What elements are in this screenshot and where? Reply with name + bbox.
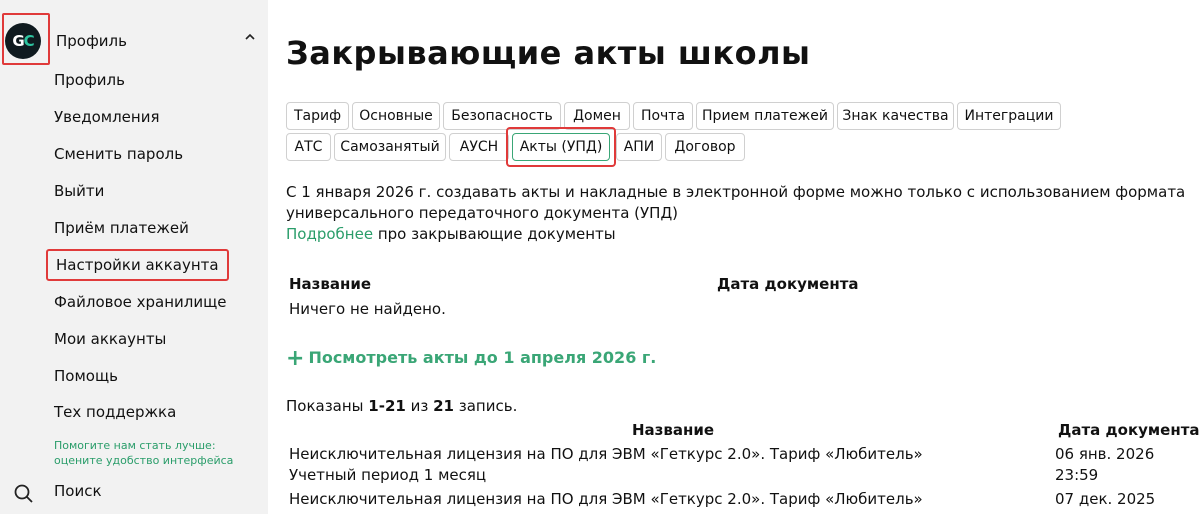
- sidebar-item-notifications[interactable]: Уведомления: [54, 108, 159, 126]
- table-row[interactable]: Неисключительная лицензия на ПО для ЭВМ …: [289, 444, 923, 486]
- feedback-line-1: Помогите нам стать лучше:: [54, 439, 216, 452]
- table1-header-name: Название: [289, 275, 372, 293]
- search-label: Поиск: [54, 482, 102, 500]
- tab-quality-mark[interactable]: Знак качества: [837, 102, 954, 130]
- info-link-suffix: про закрывающие документы: [373, 225, 616, 243]
- info-line-2: универсального передаточного документа (…: [286, 204, 679, 222]
- row-date-line-2: 23:59: [1055, 466, 1099, 484]
- tab-self-employed[interactable]: Самозанятый: [334, 133, 446, 161]
- row-date: 06 янв. 2026 23:59: [1055, 444, 1154, 486]
- info-notice: С 1 января 2026 г. создавать акты и накл…: [286, 182, 1186, 245]
- row-date-line-1: 07 дек. 2025: [1055, 490, 1156, 508]
- sidebar-item-file-storage[interactable]: Файловое хранилище: [54, 293, 226, 311]
- tab-ats[interactable]: АТС: [286, 133, 331, 161]
- table2-header-date: Дата документа: [1058, 421, 1200, 439]
- tab-mail[interactable]: Почта: [633, 102, 693, 130]
- info-line-1: С 1 января 2026 г. создавать акты и накл…: [286, 183, 1186, 201]
- info-line-3: Подробнее про закрывающие документы: [286, 224, 1186, 245]
- table-row[interactable]: Неисключительная лицензия на ПО для ЭВМ …: [289, 489, 923, 510]
- tab-main[interactable]: Основные: [352, 102, 440, 130]
- sidebar: GC Профиль Профиль Уведомления Сменить п…: [0, 0, 268, 514]
- avatar[interactable]: GC: [5, 23, 41, 59]
- sidebar-item-profile[interactable]: Профиль: [54, 71, 125, 89]
- tab-domain[interactable]: Домен: [564, 102, 630, 130]
- view-old-acts-link[interactable]: + Посмотреть акты до 1 апреля 2026 г.: [286, 346, 656, 371]
- more-info-link[interactable]: Подробнее: [286, 225, 373, 243]
- results-mid: из: [405, 397, 434, 415]
- feedback-link[interactable]: Помогите нам стать лучше: оцените удобст…: [54, 438, 254, 468]
- view-old-acts-label: Посмотреть акты до 1 апреля 2026 г.: [308, 348, 657, 367]
- row-name-line-2: Учетный период 1 месяц: [289, 466, 487, 484]
- tab-integrations[interactable]: Интеграции: [957, 102, 1061, 130]
- row-date: 07 дек. 2025: [1055, 489, 1155, 510]
- tab-payment-acceptance[interactable]: Прием платежей: [696, 102, 834, 130]
- row-name-line-1: Неисключительная лицензия на ПО для ЭВМ …: [289, 490, 923, 508]
- results-suffix: запись.: [453, 397, 518, 415]
- tab-ausn[interactable]: АУСН: [449, 133, 509, 161]
- row-date-line-1: 06 янв. 2026: [1055, 445, 1155, 463]
- sidebar-item-help[interactable]: Помощь: [54, 367, 118, 385]
- table1-empty-message: Ничего не найдено.: [289, 300, 446, 318]
- tab-security[interactable]: Безопасность: [443, 102, 561, 130]
- sidebar-item-tech-support[interactable]: Тех поддержка: [54, 403, 176, 421]
- results-summary: Показаны 1-21 из 21 запись.: [286, 397, 517, 415]
- results-range: 1-21: [368, 397, 406, 415]
- results-total: 21: [433, 397, 454, 415]
- chevron-up-icon[interactable]: [244, 31, 256, 46]
- page-title: Закрывающие акты школы: [286, 34, 811, 72]
- sidebar-item-account-settings[interactable]: Настройки аккаунта: [46, 249, 229, 281]
- tab-api[interactable]: АПИ: [616, 133, 662, 161]
- profile-menu-title[interactable]: Профиль: [56, 32, 127, 50]
- row-name-line-1: Неисключительная лицензия на ПО для ЭВМ …: [289, 445, 923, 463]
- tab-contract[interactable]: Договор: [665, 133, 745, 161]
- table2-header-name: Название: [632, 421, 715, 439]
- sidebar-item-logout[interactable]: Выйти: [54, 182, 104, 200]
- feedback-line-2: оцените удобство интерфейса: [54, 454, 234, 467]
- sidebar-item-payments[interactable]: Приём платежей: [54, 219, 189, 237]
- plus-icon: +: [286, 346, 305, 371]
- sidebar-item-my-accounts[interactable]: Мои аккаунты: [54, 330, 166, 348]
- results-prefix: Показаны: [286, 397, 369, 415]
- sidebar-item-change-password[interactable]: Сменить пароль: [54, 145, 183, 163]
- search-icon: [14, 484, 33, 503]
- tab-acts-upd[interactable]: Акты (УПД): [512, 133, 610, 161]
- table1-header-date: Дата документа: [717, 275, 859, 293]
- tab-tariff[interactable]: Тариф: [286, 102, 349, 130]
